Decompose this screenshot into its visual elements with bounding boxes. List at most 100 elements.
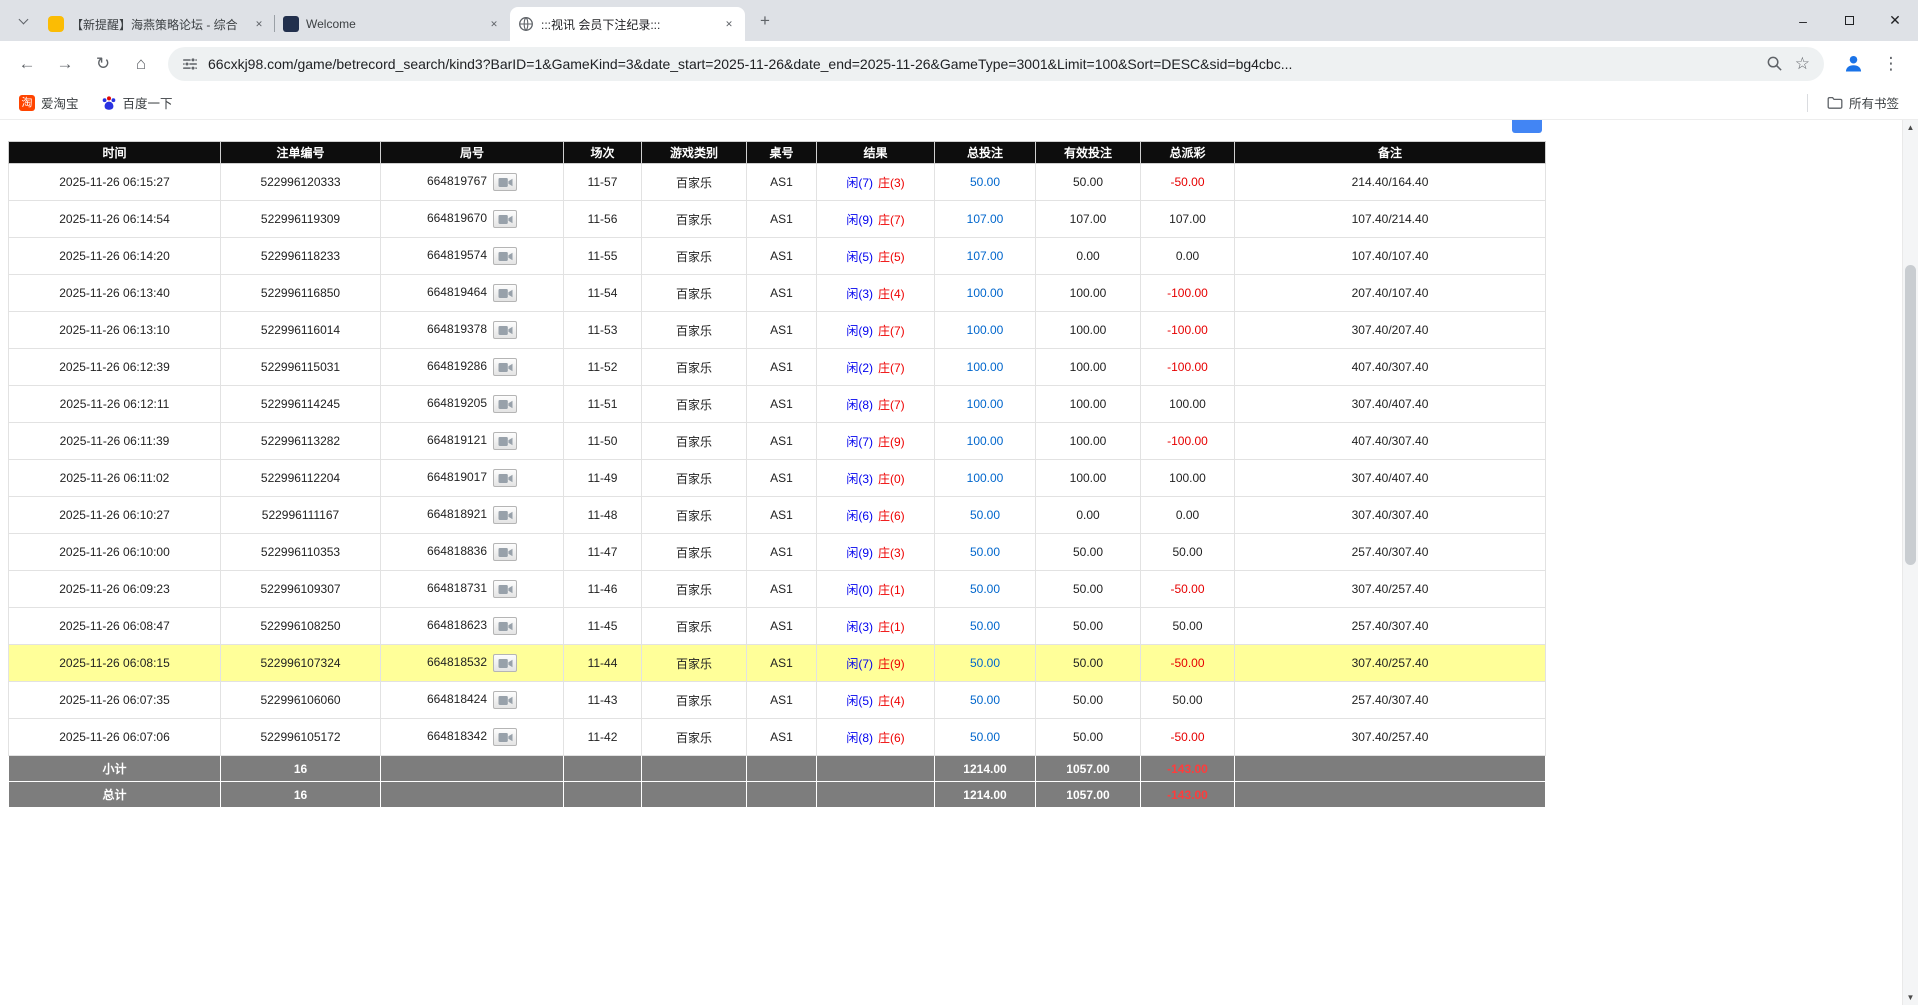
cell-table-no: AS1: [747, 423, 817, 460]
replay-camera-button[interactable]: [493, 506, 517, 524]
replay-camera-button[interactable]: [493, 580, 517, 598]
cell-total-bet: 100.00: [935, 423, 1036, 460]
new-tab-button[interactable]: +: [751, 7, 779, 35]
round-number: 664819574: [427, 248, 487, 262]
cell-table-no: AS1: [747, 497, 817, 534]
tab-search-button[interactable]: [8, 6, 38, 36]
minimize-button[interactable]: –: [1780, 0, 1826, 41]
replay-camera-button[interactable]: [493, 395, 517, 413]
cell-total-bet: 100.00: [935, 312, 1036, 349]
replay-camera-button[interactable]: [493, 284, 517, 302]
cell-payout: 100.00: [1141, 460, 1235, 497]
table-row[interactable]: 2025-11-26 06:11:02 522996112204 6648190…: [9, 460, 1546, 497]
cell-result: 闲(5)庄(4): [817, 682, 935, 719]
bookmark-star-icon[interactable]: ☆: [1795, 54, 1810, 74]
table-row[interactable]: 2025-11-26 06:12:11 522996114245 6648192…: [9, 386, 1546, 423]
cell-note: 307.40/407.40: [1235, 386, 1546, 423]
cell-payout: 107.00: [1141, 201, 1235, 238]
cell-session: 11-47: [564, 534, 642, 571]
reload-button[interactable]: ↻: [86, 47, 120, 81]
table-row[interactable]: 2025-11-26 06:09:23 522996109307 6648187…: [9, 571, 1546, 608]
table-row[interactable]: 2025-11-26 06:11:39 522996113282 6648191…: [9, 423, 1546, 460]
home-button[interactable]: ⌂: [124, 47, 158, 81]
camera-icon: [498, 362, 513, 373]
tab-forum[interactable]: 【新提醒】海燕策略论坛 - 综合 ✕: [40, 7, 275, 41]
table-row[interactable]: 2025-11-26 06:13:40 522996116850 6648194…: [9, 275, 1546, 312]
tab-bet-records[interactable]: :::视讯 会员下注纪录::: ✕: [510, 7, 745, 41]
table-row[interactable]: 2025-11-26 06:08:15 522996107324 6648185…: [9, 645, 1546, 682]
table-row[interactable]: 2025-11-26 06:14:20 522996118233 6648195…: [9, 238, 1546, 275]
replay-camera-button[interactable]: [493, 691, 517, 709]
scrollbar-thumb[interactable]: [1905, 265, 1916, 565]
table-row[interactable]: 2025-11-26 06:07:06 522996105172 6648183…: [9, 719, 1546, 756]
cell-note: 257.40/307.40: [1235, 682, 1546, 719]
cell-valid-bet: 50.00: [1036, 608, 1141, 645]
cell-table-no: AS1: [747, 682, 817, 719]
table-row[interactable]: 2025-11-26 06:12:39 522996115031 6648192…: [9, 349, 1546, 386]
cell-bet-id: 522996109307: [221, 571, 381, 608]
table-row[interactable]: 2025-11-26 06:15:27 522996120333 6648197…: [9, 164, 1546, 201]
cell-table-no: AS1: [747, 608, 817, 645]
replay-camera-button[interactable]: [493, 247, 517, 265]
vertical-scrollbar[interactable]: ▲ ▼: [1902, 120, 1918, 1005]
cell-total-bet: 50.00: [935, 645, 1036, 682]
table-row[interactable]: 2025-11-26 06:13:10 522996116014 6648193…: [9, 312, 1546, 349]
cell-payout: 0.00: [1141, 497, 1235, 534]
table-row[interactable]: 2025-11-26 06:08:47 522996108250 6648186…: [9, 608, 1546, 645]
cell-round: 664819574: [381, 238, 564, 275]
col-header-note: 备注: [1235, 142, 1546, 164]
tab-close-icon[interactable]: ✕: [721, 16, 737, 32]
replay-camera-button[interactable]: [493, 432, 517, 450]
replay-camera-button[interactable]: [493, 617, 517, 635]
replay-camera-button[interactable]: [493, 543, 517, 561]
back-button[interactable]: ←: [10, 47, 44, 81]
profile-avatar[interactable]: [1836, 47, 1870, 81]
window-close-button[interactable]: ✕: [1872, 0, 1918, 41]
forward-button[interactable]: →: [48, 47, 82, 81]
browser-menu-button[interactable]: ⋮: [1874, 47, 1908, 81]
bookmark-taobao[interactable]: 淘 爱淘宝: [12, 90, 86, 115]
scroll-down-icon[interactable]: ▼: [1903, 993, 1918, 1002]
all-bookmarks-button[interactable]: 所有书签: [1820, 90, 1906, 115]
table-row[interactable]: 2025-11-26 06:14:54 522996119309 6648196…: [9, 201, 1546, 238]
tab-welcome[interactable]: Welcome ✕: [275, 7, 510, 41]
replay-camera-button[interactable]: [493, 728, 517, 746]
cell-round: 664818342: [381, 719, 564, 756]
partial-search-button[interactable]: [1512, 120, 1542, 133]
cell-total-bet: 107.00: [935, 201, 1036, 238]
camera-icon: [498, 325, 513, 336]
camera-icon: [498, 399, 513, 410]
cell-bet-id: 522996115031: [221, 349, 381, 386]
subtotal-row: 小计 16 1214.00 1057.00 -143.00: [9, 756, 1546, 782]
cell-table-no: AS1: [747, 349, 817, 386]
tune-icon[interactable]: [182, 56, 198, 72]
bookmark-label: 爱淘宝: [41, 93, 79, 112]
total-payout: -143.00: [1141, 782, 1235, 808]
cell-valid-bet: 50.00: [1036, 719, 1141, 756]
bookmark-baidu[interactable]: 百度一下: [94, 90, 180, 115]
tab-close-icon[interactable]: ✕: [251, 16, 267, 32]
cell-game: 百家乐: [642, 460, 747, 497]
cell-valid-bet: 50.00: [1036, 534, 1141, 571]
tab-close-icon[interactable]: ✕: [486, 16, 502, 32]
replay-camera-button[interactable]: [493, 173, 517, 191]
cell-game: 百家乐: [642, 608, 747, 645]
table-row[interactable]: 2025-11-26 06:10:27 522996111167 6648189…: [9, 497, 1546, 534]
replay-camera-button[interactable]: [493, 654, 517, 672]
cell-bet-id: 522996119309: [221, 201, 381, 238]
replay-camera-button[interactable]: [493, 358, 517, 376]
address-bar[interactable]: 66cxkj98.com/game/betrecord_search/kind3…: [168, 47, 1824, 81]
table-row[interactable]: 2025-11-26 06:07:35 522996106060 6648184…: [9, 682, 1546, 719]
cell-total-bet: 100.00: [935, 460, 1036, 497]
scroll-up-icon[interactable]: ▲: [1903, 123, 1918, 132]
cell-table-no: AS1: [747, 312, 817, 349]
maximize-button[interactable]: [1826, 0, 1872, 41]
replay-camera-button[interactable]: [493, 210, 517, 228]
replay-camera-button[interactable]: [493, 321, 517, 339]
zoom-icon[interactable]: [1766, 55, 1783, 72]
round-number: 664818836: [427, 544, 487, 558]
table-row[interactable]: 2025-11-26 06:10:00 522996110353 6648188…: [9, 534, 1546, 571]
total-total-bet: 1214.00: [935, 782, 1036, 808]
replay-camera-button[interactable]: [493, 469, 517, 487]
tab-title: Welcome: [306, 17, 479, 31]
